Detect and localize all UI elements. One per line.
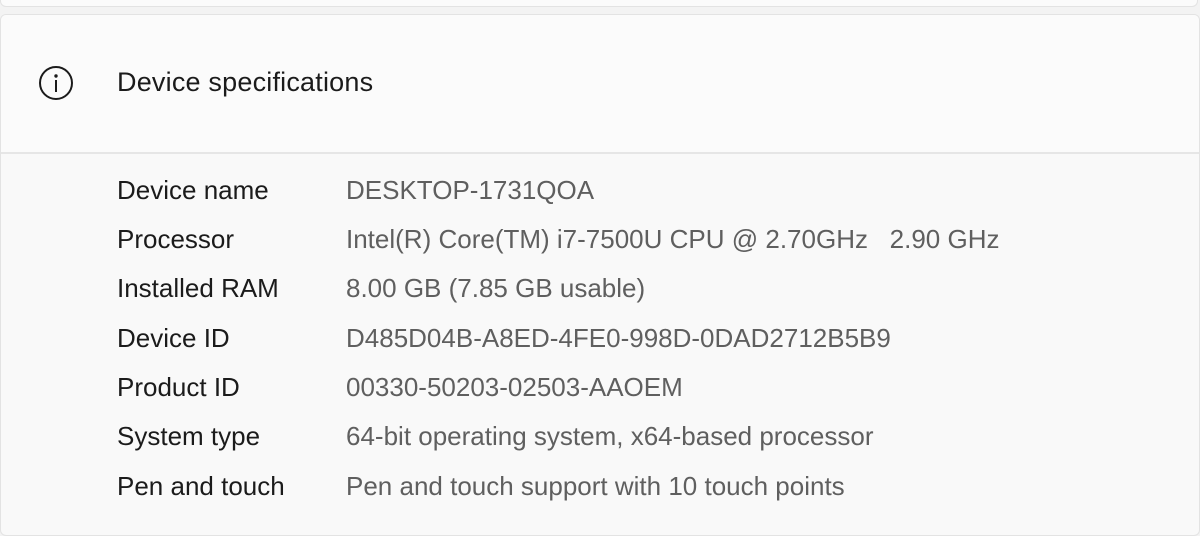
spec-value-device-name[interactable]: DESKTOP-1731QOA <box>346 175 594 206</box>
spec-row-product-id: Product ID 00330-50203-02503-AAOEM <box>1 372 1199 418</box>
spec-row-installed-ram: Installed RAM 8.00 GB (7.85 GB usable) <box>1 273 1199 319</box>
spec-value-installed-ram[interactable]: 8.00 GB (7.85 GB usable) <box>346 273 645 304</box>
spec-label-processor: Processor <box>117 224 235 254</box>
spec-value-processor[interactable]: Intel(R) Core(TM) i7-7500U CPU @ 2.70GHz… <box>346 224 999 255</box>
spec-label-system-type: System type <box>117 421 261 451</box>
section-title: Device specifications <box>117 67 374 97</box>
spec-row-system-type: System type 64-bit operating system, x64… <box>1 421 1199 467</box>
previous-card-edge <box>0 0 1198 7</box>
spec-label-product-id: Product ID <box>117 372 240 402</box>
spec-value-pen-and-touch[interactable]: Pen and touch support with 10 touch poin… <box>346 471 845 502</box>
spec-value-system-type[interactable]: 64-bit operating system, x64-based proce… <box>346 421 874 452</box>
device-specifications-panel: Device specifications Device name DESKTO… <box>0 14 1200 536</box>
spec-row-processor: Processor Intel(R) Core(TM) i7-7500U CPU… <box>1 224 1199 270</box>
spec-value-device-id[interactable]: D485D04B-A8ED-4FE0-998D-0DAD2712B5B9 <box>346 323 891 354</box>
spec-row-pen-and-touch: Pen and touch Pen and touch support with… <box>1 471 1199 517</box>
info-icon <box>38 65 74 101</box>
spec-label-installed-ram: Installed RAM <box>117 273 279 303</box>
spec-label-pen-and-touch: Pen and touch <box>117 471 285 501</box>
spec-row-device-id: Device ID D485D04B-A8ED-4FE0-998D-0DAD27… <box>1 323 1199 369</box>
spec-label-device-name: Device name <box>117 175 269 205</box>
device-specifications-header[interactable]: Device specifications <box>1 15 1199 154</box>
spec-value-product-id[interactable]: 00330-50203-02503-AAOEM <box>346 372 683 403</box>
spec-row-device-name: Device name DESKTOP-1731QOA <box>1 175 1199 221</box>
spec-label-device-id: Device ID <box>117 323 230 353</box>
